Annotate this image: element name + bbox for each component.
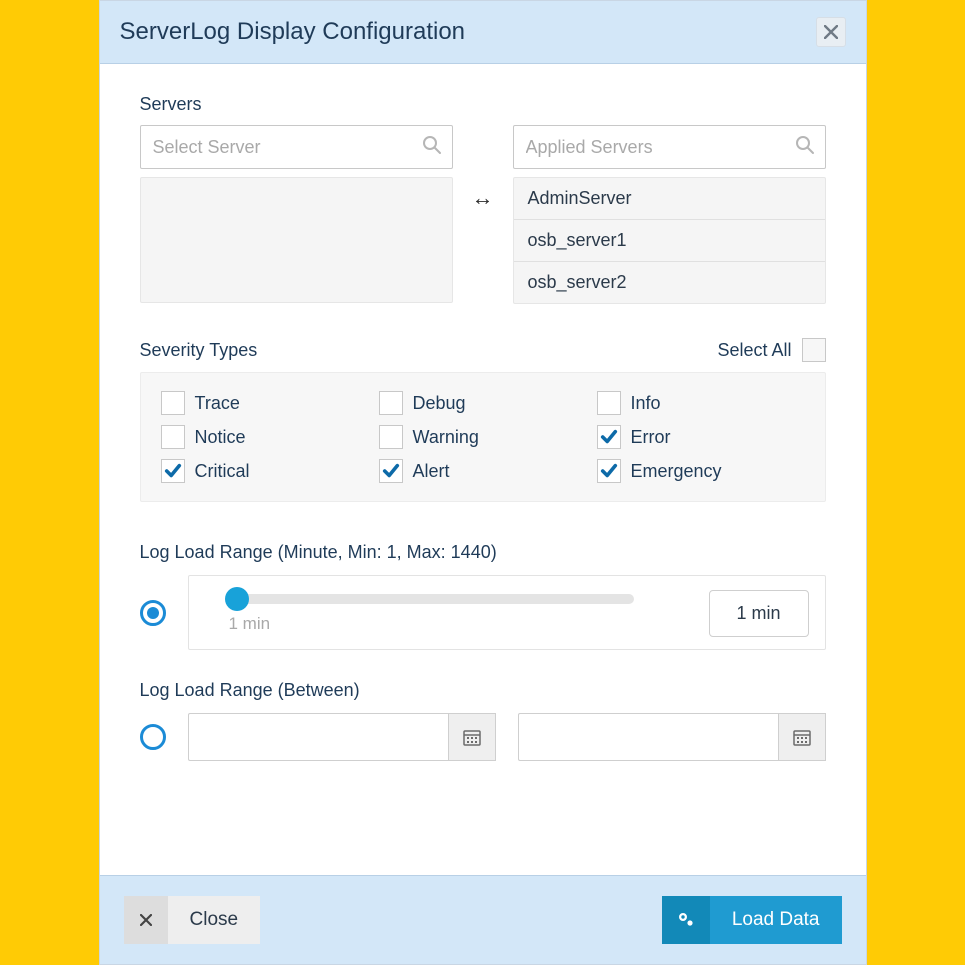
calendar-icon[interactable] [448, 713, 496, 761]
severity-item-label: Critical [195, 461, 250, 482]
applied-servers-list: AdminServerosb_server1osb_server2 [513, 177, 826, 304]
date-to-input[interactable] [518, 713, 778, 761]
severity-header: Severity Types Select All [140, 338, 826, 362]
slider-thumb[interactable] [225, 587, 249, 611]
severity-grid: Trace Debug Info Notice Warning Error Critical… [140, 372, 826, 502]
range-between-label: Log Load Range (Between) [140, 680, 826, 701]
range-between-radio[interactable] [140, 724, 166, 750]
range-between-section: Log Load Range (Between) [140, 680, 826, 761]
available-servers-column [140, 125, 453, 303]
severity-checkbox[interactable] [161, 425, 185, 449]
severity-label: Severity Types [140, 340, 258, 361]
search-icon [795, 135, 815, 160]
slider-track[interactable] [229, 594, 634, 604]
applied-servers-search[interactable] [513, 125, 826, 169]
load-button-group: Load Data [662, 896, 842, 944]
severity-checkbox[interactable] [379, 391, 403, 415]
list-item[interactable]: osb_server2 [514, 262, 825, 303]
modal-title: ServerLog Display Configuration [120, 18, 466, 46]
severity-item: Warning [379, 425, 587, 449]
applied-servers-column: AdminServerosb_server1osb_server2 [513, 125, 826, 304]
range-minute-radio[interactable] [140, 600, 166, 626]
slider-value-label: 1 min [229, 614, 679, 634]
swap-icon[interactable]: ↔ [469, 125, 497, 211]
severity-item: Critical [161, 459, 369, 483]
severity-checkbox[interactable] [597, 459, 621, 483]
severity-item: Info [597, 391, 805, 415]
severity-item-label: Notice [195, 427, 246, 448]
select-server-search[interactable] [140, 125, 453, 169]
range-between-row [140, 713, 826, 761]
severity-item-label: Warning [413, 427, 479, 448]
range-minute-label: Log Load Range (Minute, Min: 1, Max: 144… [140, 542, 826, 563]
close-button-group: Close [124, 896, 261, 944]
close-icon[interactable] [816, 17, 846, 47]
list-item[interactable]: AdminServer [514, 178, 825, 220]
severity-item: Alert [379, 459, 587, 483]
severity-item-label: Emergency [631, 461, 722, 482]
severity-checkbox[interactable] [379, 425, 403, 449]
severity-checkbox[interactable] [379, 459, 403, 483]
severity-checkbox[interactable] [161, 391, 185, 415]
severity-checkbox[interactable] [597, 425, 621, 449]
close-button[interactable]: Close [168, 896, 261, 944]
close-button-icon[interactable] [124, 896, 168, 944]
select-all-group: Select All [717, 338, 825, 362]
range-minute-section: Log Load Range (Minute, Min: 1, Max: 144… [140, 542, 826, 650]
select-server-input[interactable] [151, 136, 422, 159]
gears-icon[interactable] [662, 896, 710, 944]
severity-item: Emergency [597, 459, 805, 483]
date-to-field [518, 713, 826, 761]
load-data-button[interactable]: Load Data [710, 896, 842, 944]
minute-value-box: 1 min [709, 590, 809, 637]
date-from-field [188, 713, 496, 761]
severity-checkbox[interactable] [161, 459, 185, 483]
servers-label: Servers [140, 94, 826, 115]
modal-body: Servers ↔ AdminServeros [100, 64, 866, 875]
severity-item-label: Trace [195, 393, 240, 414]
select-all-checkbox[interactable] [802, 338, 826, 362]
severity-item-label: Info [631, 393, 661, 414]
severity-item-label: Alert [413, 461, 450, 482]
severity-item-label: Error [631, 427, 671, 448]
severity-item: Error [597, 425, 805, 449]
date-from-input[interactable] [188, 713, 448, 761]
list-item[interactable]: osb_server1 [514, 220, 825, 262]
severity-checkbox[interactable] [597, 391, 621, 415]
available-servers-list [140, 177, 453, 303]
modal-header: ServerLog Display Configuration [100, 1, 866, 64]
applied-servers-input[interactable] [524, 136, 795, 159]
modal: ServerLog Display Configuration Servers … [99, 0, 867, 965]
severity-item: Debug [379, 391, 587, 415]
modal-footer: Close Load Data [100, 875, 866, 964]
slider-wrap: 1 min [229, 594, 679, 634]
select-all-label: Select All [717, 340, 791, 361]
search-icon [422, 135, 442, 160]
range-minute-row: 1 min 1 min [140, 575, 826, 650]
calendar-icon[interactable] [778, 713, 826, 761]
severity-item: Trace [161, 391, 369, 415]
severity-item-label: Debug [413, 393, 466, 414]
severity-item: Notice [161, 425, 369, 449]
slider-box: 1 min 1 min [188, 575, 826, 650]
servers-row: ↔ AdminServerosb_server1osb_server2 [140, 125, 826, 304]
